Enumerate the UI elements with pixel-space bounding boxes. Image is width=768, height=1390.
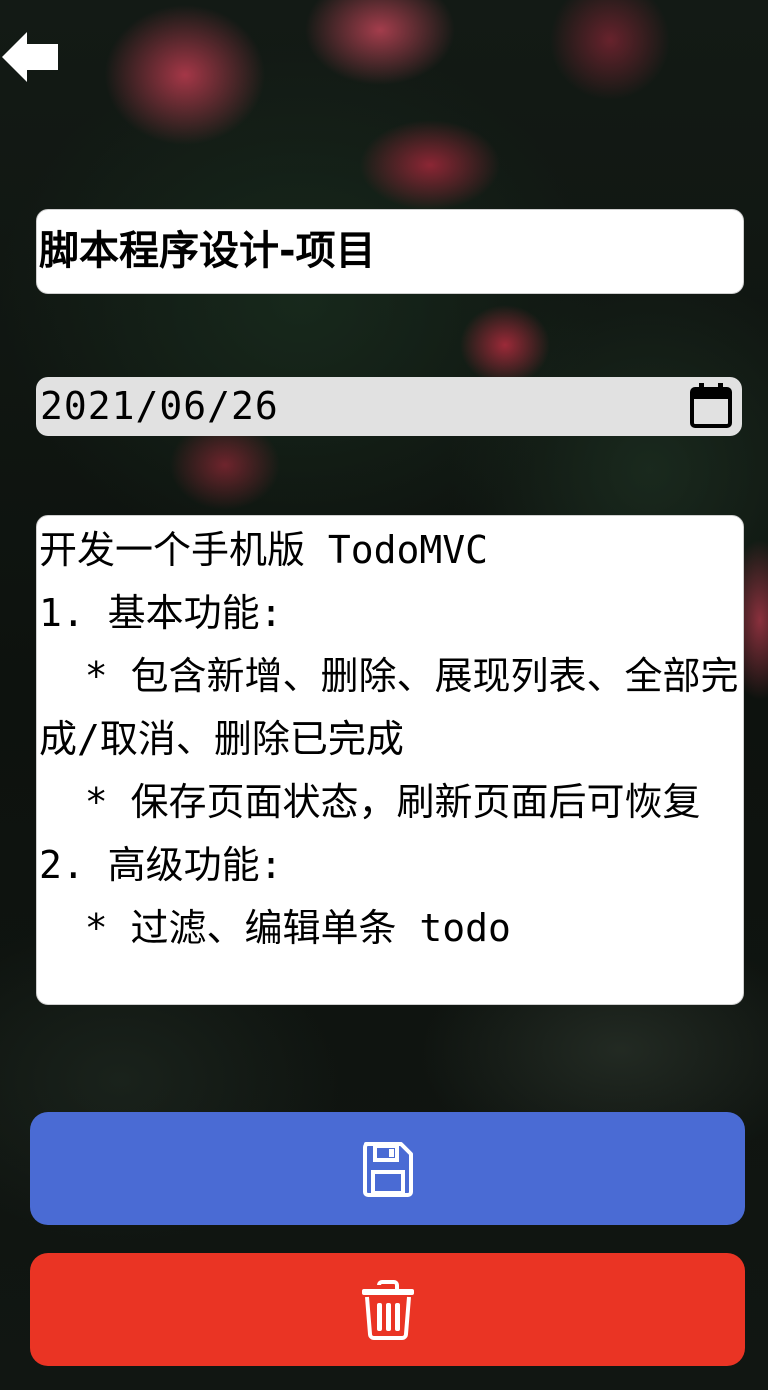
delete-button[interactable] [30, 1253, 745, 1366]
save-button[interactable] [30, 1112, 745, 1225]
content-textarea[interactable]: 开发一个手机版 TodoMVC 1. 基本功能: * 包含新增、删除、展现列表、… [36, 515, 744, 1005]
date-input[interactable]: 2021/06/26 [36, 377, 742, 436]
title-input[interactable]: 脚本程序设计-项目 [36, 209, 744, 294]
floppy-disk-icon [362, 1141, 413, 1197]
calendar-icon[interactable] [688, 382, 734, 430]
back-button[interactable] [0, 30, 62, 84]
arrow-left-icon [2, 32, 58, 82]
trash-icon [361, 1279, 414, 1340]
date-value: 2021/06/26 [40, 384, 279, 428]
